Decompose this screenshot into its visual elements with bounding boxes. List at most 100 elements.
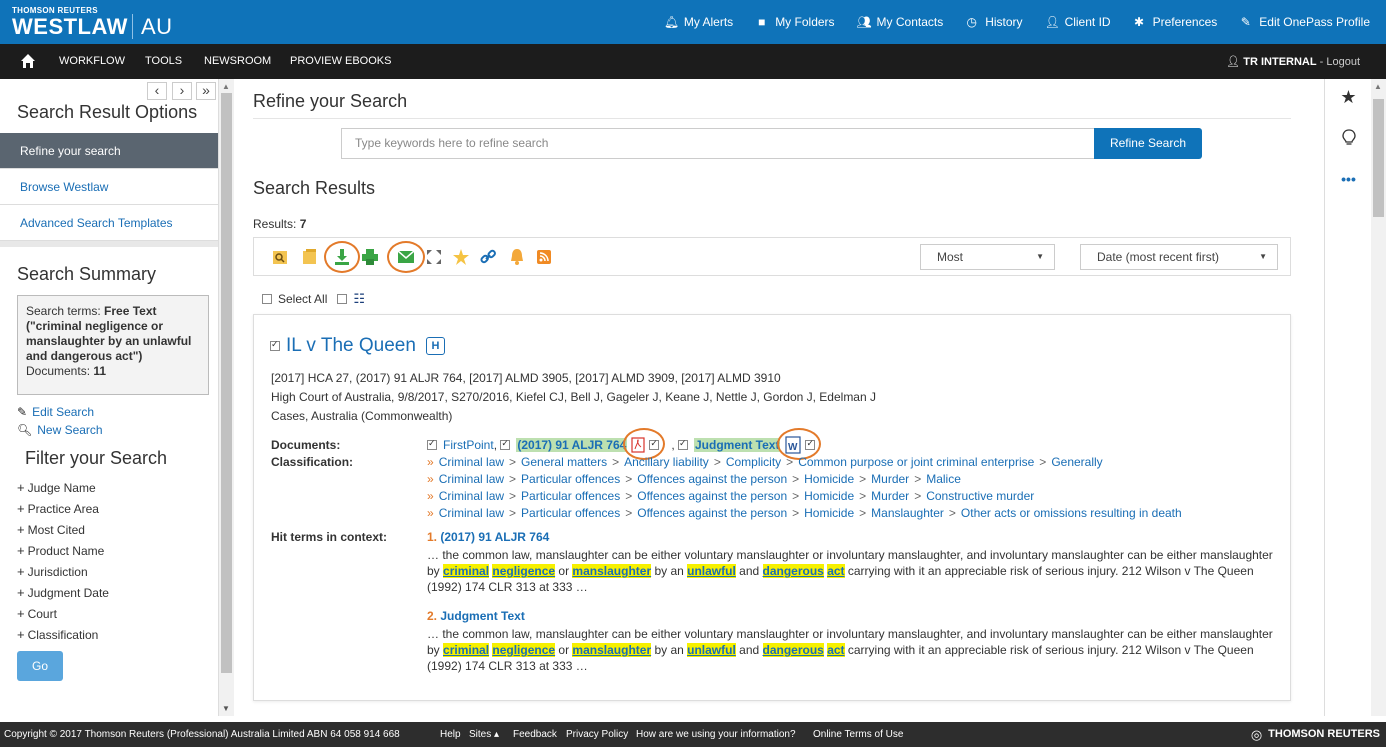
select-all-checkbox[interactable] [262,294,272,304]
classification-link[interactable]: Homicide [804,506,854,520]
sidebar-scrollbar[interactable]: ▲ ▼ [219,79,234,716]
favorites-star-icon[interactable]: ★ [1325,87,1372,108]
filter-practice-area[interactable]: + Practice Area [17,501,99,516]
doc-checkbox[interactable] [500,438,511,450]
classification-link[interactable]: Malice [926,472,961,486]
logout-link[interactable]: - Logout [1317,56,1360,68]
new-search-link[interactable]: 🔍︎ New Search [17,423,103,437]
collapse-sidebar-button[interactable]: » [196,82,216,100]
download-icon[interactable] [333,247,351,267]
classification-link[interactable]: Murder [871,472,909,486]
classification-link[interactable]: Constructive murder [926,489,1034,503]
filter-court[interactable]: + Court [17,606,57,621]
doc-checkbox[interactable] [427,438,437,450]
client-id-link[interactable]: 👤︎ Client ID [1045,15,1111,29]
westlaw-logo[interactable]: THOMSON REUTERS WESTLAW AU [12,6,173,39]
classification-link[interactable]: Ancillary liability [624,455,709,469]
checklist-icon[interactable]: ☷ [353,291,365,307]
classification-link[interactable]: Criminal law [439,455,504,469]
footer-info-usage-link[interactable]: How are we using your information? [636,722,796,747]
hit-heading-2[interactable]: 2. Judgment Text [427,609,525,623]
preferences-link[interactable]: ✱ Preferences [1133,15,1217,29]
footer-feedback-link[interactable]: Feedback [513,722,557,747]
edit-onepass-link[interactable]: ✎ Edit OnePass Profile [1239,15,1370,29]
firstpoint-link[interactable]: FirstPoint [443,438,494,452]
go-button[interactable]: Go [17,651,63,681]
report-link[interactable]: (2017) 91 ALJR 764 [516,438,628,452]
sort-select[interactable]: Date (most recent first) ▼ [1080,244,1278,270]
classification-link[interactable]: Common purpose or joint criminal enterpr… [798,455,1034,469]
classification-link[interactable]: Complicity [726,455,781,469]
scrollbar-thumb[interactable] [221,93,232,673]
history-badge[interactable]: H [425,337,445,355]
doc-checkbox[interactable] [649,438,660,450]
nav-newsroom[interactable]: NEWSROOM [204,55,271,67]
classification-link[interactable]: Generally [1051,455,1102,469]
doc-checkbox[interactable] [805,438,816,450]
scrollbar-thumb[interactable] [1373,99,1384,217]
result-title-link[interactable]: IL v The Queen [286,335,416,357]
doc-checkbox[interactable] [677,438,688,450]
classification-link[interactable]: Offences against the person [637,472,787,486]
sidebar-item-browse[interactable]: Browse Westlaw [0,169,218,205]
user-menu[interactable]: 👤︎ TR INTERNAL - Logout [1226,55,1360,68]
pdf-icon[interactable] [631,437,645,453]
select-checkbox[interactable] [337,294,348,304]
my-contacts-link[interactable]: 👥︎ My Contacts [857,15,944,29]
classification-link[interactable]: Particular offences [521,506,620,520]
filter-classification[interactable]: + Classification [17,627,98,642]
classification-link[interactable]: Homicide [804,489,854,503]
nav-workflow[interactable]: WORKFLOW [59,55,125,67]
email-icon[interactable] [397,247,415,267]
classification-link[interactable]: Other acts or omissions resulting in dea… [961,506,1182,520]
footer-help-link[interactable]: Help [440,722,461,747]
classification-link[interactable]: Criminal law [439,472,504,486]
filter-jurisdiction[interactable]: + Jurisdiction [17,564,88,579]
filter-judge-name[interactable]: + Judge Name [17,480,96,495]
classification-link[interactable]: Murder [871,489,909,503]
classification-link[interactable]: Homicide [804,472,854,486]
my-alerts-link[interactable]: 🔔︎ My Alerts [664,15,733,29]
word-doc-icon[interactable]: W [785,436,802,454]
scroll-up-icon[interactable]: ▲ [222,82,230,91]
refine-search-button[interactable]: Refine Search [1094,128,1202,159]
alert-bell-icon[interactable] [508,247,526,267]
prev-button[interactable]: ‹ [147,82,167,100]
next-button[interactable]: › [172,82,192,100]
scroll-up-icon[interactable]: ▲ [1374,82,1382,91]
sidebar-item-advanced-templates[interactable]: Advanced Search Templates [0,205,218,241]
nav-proview-ebooks[interactable]: PROVIEW EBOOKS [290,55,391,67]
result-checkbox[interactable] [270,339,280,351]
footer-terms-link[interactable]: Online Terms of Use [813,722,903,747]
nav-tools[interactable]: TOOLS [145,55,182,67]
scroll-down-icon[interactable]: ▼ [222,704,230,713]
star-icon[interactable] [452,247,470,267]
filter-most-cited[interactable]: + Most Cited [17,522,85,537]
classification-link[interactable]: Criminal law [439,506,504,520]
view-most-select[interactable]: Most ▼ [920,244,1055,270]
sidebar-item-refine[interactable]: Refine your search [0,133,218,169]
more-options-icon[interactable]: ••• [1325,171,1372,187]
classification-link[interactable]: Offences against the person [637,506,787,520]
lightbulb-icon[interactable] [1325,129,1372,152]
classification-link[interactable]: Criminal law [439,489,504,503]
print-icon[interactable] [361,247,379,267]
classification-link[interactable]: Particular offences [521,472,620,486]
classification-link[interactable]: Offences against the person [637,489,787,503]
hit-heading-1[interactable]: 1. (2017) 91 ALJR 764 [427,530,549,544]
footer-privacy-link[interactable]: Privacy Policy [566,722,628,747]
my-folders-link[interactable]: ■ My Folders [755,15,834,29]
classification-link[interactable]: Particular offences [521,489,620,503]
expand-icon[interactable] [425,247,443,267]
judgment-text-link[interactable]: Judgment Text [693,438,781,452]
history-link[interactable]: ◷ History [965,15,1022,29]
classification-link[interactable]: Manslaughter [871,506,944,520]
page-scrollbar[interactable]: ▲ [1371,79,1386,716]
link-icon[interactable] [479,247,497,267]
footer-sites-link[interactable]: Sites ▴ [469,722,499,747]
edit-search-link[interactable]: ✎ Edit Search [17,405,94,419]
search-within-icon[interactable] [271,247,289,267]
filter-product-name[interactable]: + Product Name [17,543,104,558]
classification-link[interactable]: General matters [521,455,607,469]
refine-search-input[interactable]: Type keywords here to refine search [341,128,1095,159]
